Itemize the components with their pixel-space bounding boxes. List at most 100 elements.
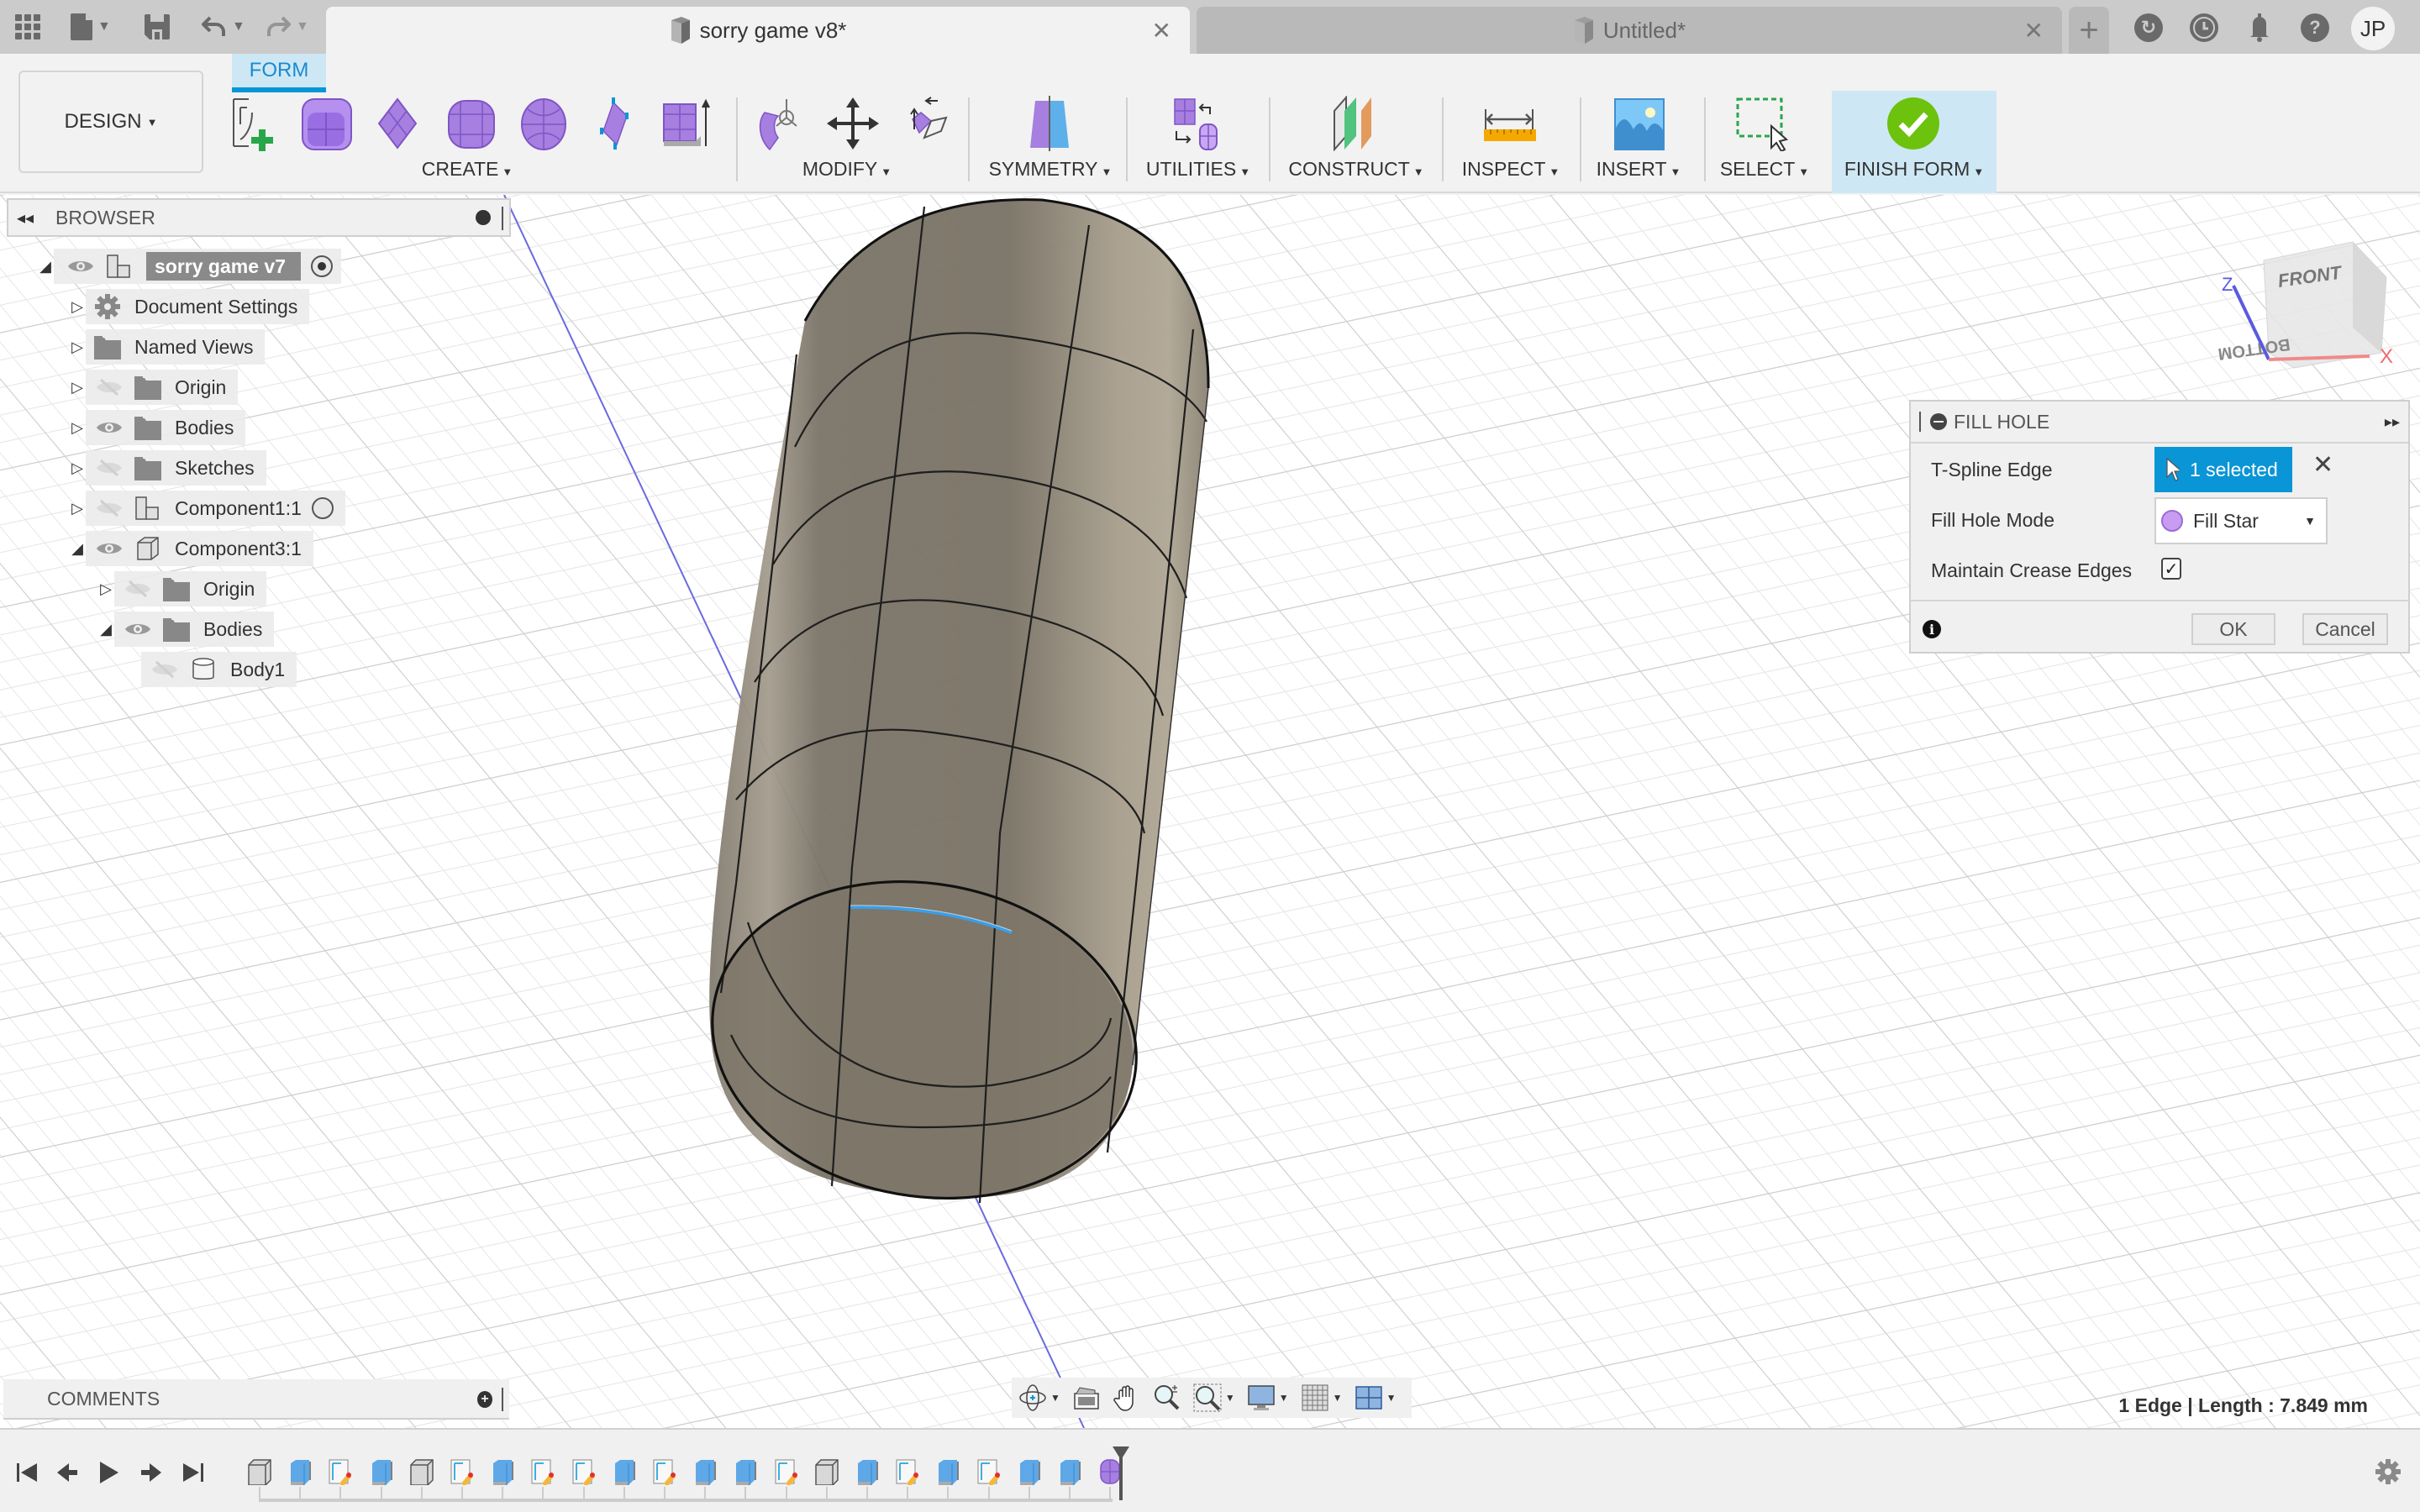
close-tab-icon[interactable]: ✕ (1152, 17, 1171, 45)
insert-menu[interactable]: INSERT ▼ (1597, 158, 1681, 181)
convert-icon[interactable] (1170, 96, 1225, 151)
tree-item[interactable]: ◢ sorry game v7 (37, 249, 341, 284)
sphere-icon[interactable] (516, 96, 571, 151)
panel-resize-handle[interactable] (502, 1388, 504, 1411)
add-comment-icon[interactable]: + (477, 1391, 492, 1408)
timeline-marker[interactable] (1113, 1446, 1129, 1500)
timeline-feature-extrude[interactable] (612, 1458, 637, 1485)
expand-arrow-icon[interactable]: ▷ (69, 459, 86, 477)
insert-image-icon[interactable] (1612, 96, 1667, 151)
active-component-radio[interactable] (310, 255, 333, 277)
expand-arrow-icon[interactable]: ▷ (69, 500, 86, 517)
tspline-edge-selector[interactable]: 1 selected (2154, 447, 2292, 492)
extensions-button[interactable]: ↻ (2134, 13, 2163, 42)
collapse-panel-icon[interactable]: ◂◂ (17, 207, 47, 228)
tree-item-chip[interactable]: Sketches (86, 450, 266, 486)
panel-resize-handle[interactable] (502, 207, 504, 230)
dialog-drag-handle[interactable] (1919, 412, 1922, 432)
create-menu[interactable]: CREATE ▼ (422, 158, 513, 181)
document-tab-inactive[interactable]: Untitled* ✕ (1197, 7, 2062, 54)
face-icon[interactable] (588, 96, 644, 151)
tree-item[interactable]: Body1 (124, 652, 297, 687)
measure-icon[interactable] (1482, 96, 1538, 151)
tree-item-chip[interactable]: Bodies (86, 410, 246, 445)
box-icon[interactable] (299, 96, 355, 151)
expand-arrow-icon[interactable]: ▷ (69, 379, 86, 396)
tree-item[interactable]: ◢ Bodies (97, 612, 275, 647)
collapse-arrow-icon[interactable]: ◢ (97, 621, 114, 638)
timeline-feature-extrude[interactable] (692, 1458, 718, 1485)
tree-item-chip[interactable]: Document Settings (86, 289, 310, 324)
offset-plane-icon[interactable] (1328, 96, 1383, 151)
construct-menu[interactable]: CONSTRUCT ▼ (1288, 158, 1423, 181)
tree-item[interactable]: ▷ Named Views (69, 329, 266, 365)
visibility-hidden-icon[interactable] (96, 500, 123, 517)
pin-panel-icon[interactable] (476, 210, 491, 225)
activate-component-radio[interactable] (311, 497, 334, 519)
user-avatar[interactable]: JP (2351, 7, 2395, 50)
tree-item-chip[interactable]: Body1 (141, 652, 297, 687)
tree-item[interactable]: ▷ Document Settings (69, 289, 310, 324)
cylinder-icon[interactable] (444, 96, 499, 151)
zoom-button[interactable] (1153, 1383, 1181, 1412)
timeline-feature-extrude[interactable] (287, 1458, 313, 1485)
tree-item-chip[interactable]: Component1:1 (86, 491, 345, 526)
tree-item-chip[interactable]: sorry game v7 (54, 249, 341, 284)
timeline-feature-body[interactable] (409, 1458, 434, 1486)
tree-item[interactable]: ▷ Origin (97, 571, 267, 606)
timeline-feature-body[interactable] (814, 1458, 839, 1486)
insert-edge-icon[interactable] (896, 96, 951, 151)
create-form-sketch-icon[interactable] (229, 96, 284, 151)
go-to-end-icon[interactable] (180, 1460, 205, 1485)
tree-item[interactable]: ▷ Component1:1 (69, 491, 345, 526)
new-tab-button[interactable]: + (2069, 7, 2109, 54)
orbit-button[interactable]: ▼ (1018, 1383, 1060, 1412)
timeline-feature-sketch[interactable] (450, 1458, 475, 1487)
tree-item[interactable]: ◢ Component3:1 (69, 531, 313, 566)
clear-selection-icon[interactable]: ✕ (2312, 450, 2333, 480)
timeline-feature-extrude[interactable] (733, 1458, 758, 1485)
step-back-icon[interactable] (55, 1460, 81, 1485)
timeline-feature-sketch[interactable] (652, 1458, 677, 1487)
window-select-icon[interactable] (1734, 96, 1790, 151)
look-at-button[interactable] (1072, 1383, 1101, 1412)
timeline-feature-extrude[interactable] (855, 1458, 880, 1485)
close-tab-icon[interactable]: ✕ (2024, 17, 2044, 45)
tree-item-chip[interactable]: Bodies (114, 612, 275, 647)
timeline-feature-extrude[interactable] (490, 1458, 515, 1485)
viewports-button[interactable]: ▼ (1355, 1383, 1396, 1412)
edit-form-icon[interactable] (753, 96, 808, 151)
document-tab-active[interactable]: sorry game v8* ✕ (326, 7, 1190, 54)
visibility-eye-icon[interactable] (96, 540, 123, 557)
checkmark-icon[interactable] (1886, 96, 1941, 151)
grid-settings-button[interactable]: ▼ (1301, 1383, 1343, 1412)
symmetry-menu[interactable]: SYMMETRY ▼ (989, 158, 1113, 181)
help-button[interactable]: ? (2301, 13, 2329, 42)
step-forward-icon[interactable] (138, 1460, 163, 1485)
timeline-feature-sketch[interactable] (976, 1458, 1002, 1487)
tree-item-chip[interactable]: Origin (86, 370, 239, 405)
select-menu[interactable]: SELECT ▼ (1720, 158, 1809, 181)
expand-arrow-icon[interactable]: ▷ (97, 580, 114, 598)
symmetry-icon[interactable] (1022, 96, 1077, 151)
collapse-arrow-icon[interactable]: ◢ (69, 540, 86, 558)
canvas-viewport[interactable] (0, 195, 2420, 1428)
expand-arrow-icon[interactable]: ▷ (69, 419, 86, 437)
job-status-button[interactable] (2190, 13, 2218, 42)
collapse-dialog-icon[interactable] (1930, 413, 1947, 430)
apps-grid-button[interactable] (15, 12, 40, 42)
notifications-button[interactable] (2245, 13, 2274, 42)
ok-button[interactable]: OK (2191, 613, 2275, 645)
cancel-button[interactable]: Cancel (2302, 613, 2388, 645)
tree-item[interactable]: ▷ Bodies (69, 410, 246, 445)
visibility-hidden-icon[interactable] (124, 580, 151, 597)
undo-button[interactable]: ▼ (202, 12, 245, 42)
maintain-crease-checkbox[interactable]: ✓ (2161, 558, 2181, 580)
visibility-eye-icon[interactable] (96, 419, 123, 436)
dialog-header[interactable]: FILL HOLE ▸▸ (1911, 402, 2408, 444)
move-icon[interactable] (825, 96, 881, 151)
timeline-feature-extrude[interactable] (1017, 1458, 1042, 1485)
play-icon[interactable] (96, 1460, 121, 1485)
timeline-feature-sketch[interactable] (571, 1458, 597, 1487)
tree-item-chip[interactable]: Origin (114, 571, 267, 606)
